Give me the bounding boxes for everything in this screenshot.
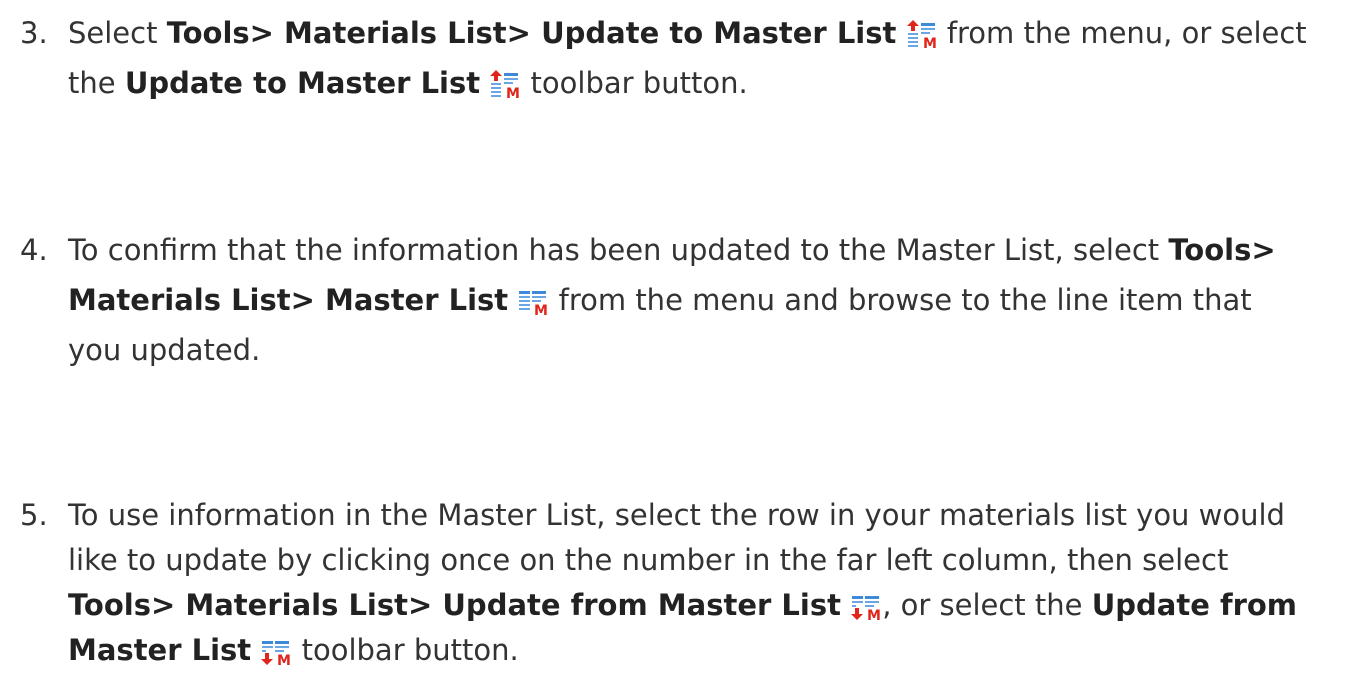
step-4-line-2: Materials List> Master List M from the m… [68,275,1252,331]
step-5-line-4: Master List M toolbar button. [68,625,519,681]
svg-text:M: M [867,608,881,621]
svg-text:M: M [277,653,291,666]
step-number: 3. [20,16,48,50]
menu-path: Tools> Materials List> Update to Master … [166,16,897,50]
menu-path: Tools> Materials List> Update from Maste… [68,588,841,622]
toolbar-button-name: Update from [1091,588,1298,622]
step-4-line-3: you updated. [68,333,261,367]
svg-text:M: M [506,86,520,99]
toolbar-button-name: Master List [68,633,252,667]
step-number: 5. [20,498,48,532]
menu-path: Tools> [1168,233,1276,267]
update-from-master-list-icon: M [261,631,292,681]
step-4-line-1: To confirm that the information has been… [68,233,1276,267]
update-to-master-list-icon: M [906,14,937,64]
step-5-line-1: To use information in the Master List, s… [68,498,1285,532]
svg-text:M: M [923,36,937,49]
svg-text:M: M [534,303,548,316]
step-3-line-2: the Update to Master List M toolbar butt… [68,58,748,114]
menu-path: Materials List> Master List [68,283,509,317]
step-number: 4. [20,233,48,267]
toolbar-button-name: Update to Master List [124,66,481,100]
step-5-line-2: like to update by clicking once on the n… [68,543,1229,577]
update-from-master-list-icon: M [851,586,882,636]
step-3-line-1: Select Tools> Materials List> Update to … [68,8,1307,64]
master-list-icon: M [518,281,549,331]
update-to-master-list-icon: M [490,64,521,114]
